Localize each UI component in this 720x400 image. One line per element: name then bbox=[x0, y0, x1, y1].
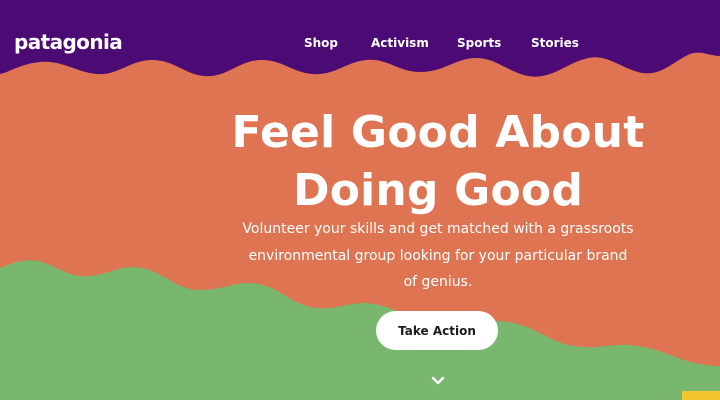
hero-subtitle: Volunteer your skills and get matched wi… bbox=[242, 221, 634, 290]
corner-accent bbox=[682, 391, 720, 400]
nav-stories[interactable]: Stories bbox=[531, 36, 579, 50]
site-header: patagonia Shop Activism Sports Stories bbox=[0, 0, 720, 62]
nav-shop[interactable]: Shop bbox=[304, 36, 338, 50]
hero-title-line-1: Feel Good About bbox=[231, 107, 645, 158]
hero-title-line-2: Doing Good bbox=[292, 165, 584, 216]
nav-activism[interactable]: Activism bbox=[371, 36, 429, 50]
nav-sports[interactable]: Sports bbox=[457, 36, 501, 50]
chevron-down-icon[interactable] bbox=[431, 376, 445, 386]
main-nav: Shop Activism Sports Stories bbox=[0, 36, 720, 52]
take-action-button[interactable]: Take Action bbox=[376, 311, 498, 350]
hero-title: Feel Good About Doing Good bbox=[0, 104, 720, 220]
